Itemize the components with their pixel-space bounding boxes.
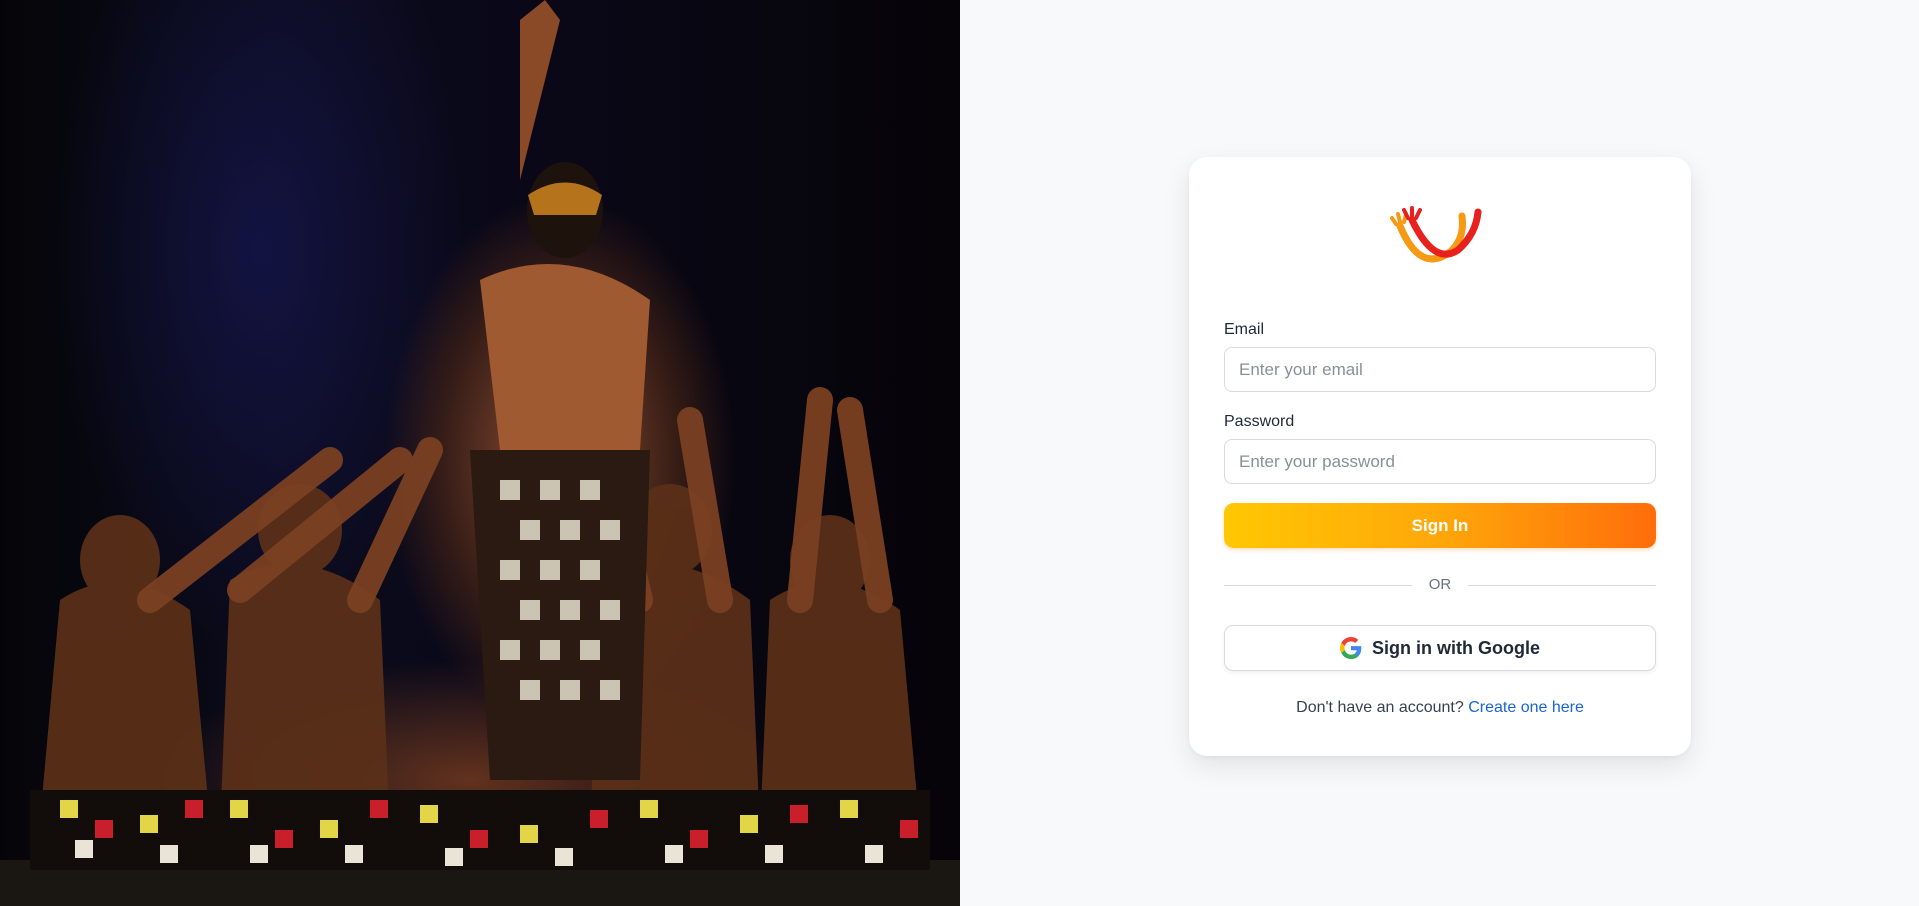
email-label: Email bbox=[1224, 321, 1265, 338]
password-input[interactable] bbox=[1224, 439, 1656, 484]
google-g-icon bbox=[1340, 637, 1362, 659]
google-sign-in-button[interactable]: Sign in with Google bbox=[1224, 625, 1656, 671]
divider-right bbox=[1468, 585, 1656, 586]
signup-prompt: Don't have an account? Create one here bbox=[1189, 699, 1691, 717]
divider-left bbox=[1224, 585, 1412, 586]
password-label: Password bbox=[1224, 413, 1295, 430]
email-input[interactable] bbox=[1224, 347, 1656, 392]
create-account-link[interactable]: Create one here bbox=[1468, 699, 1584, 716]
hero-image bbox=[0, 0, 960, 906]
hand-wave-logo-icon bbox=[1390, 206, 1482, 263]
sign-in-button[interactable]: Sign In bbox=[1224, 503, 1656, 548]
signup-prompt-text: Don't have an account? bbox=[1296, 699, 1464, 716]
google-button-label: Sign in with Google bbox=[1372, 637, 1540, 658]
divider-or-text: OR bbox=[1428, 576, 1452, 593]
